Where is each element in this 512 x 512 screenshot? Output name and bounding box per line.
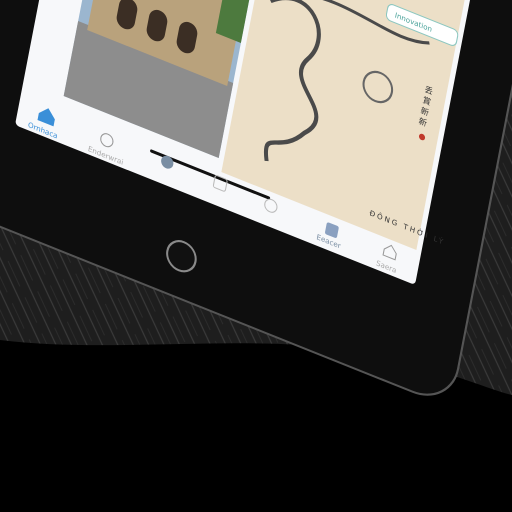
scene: ĐÔNG THỜI LÝ 丢 賞 新 新 Innovation Ornhaca … — [0, 0, 512, 512]
